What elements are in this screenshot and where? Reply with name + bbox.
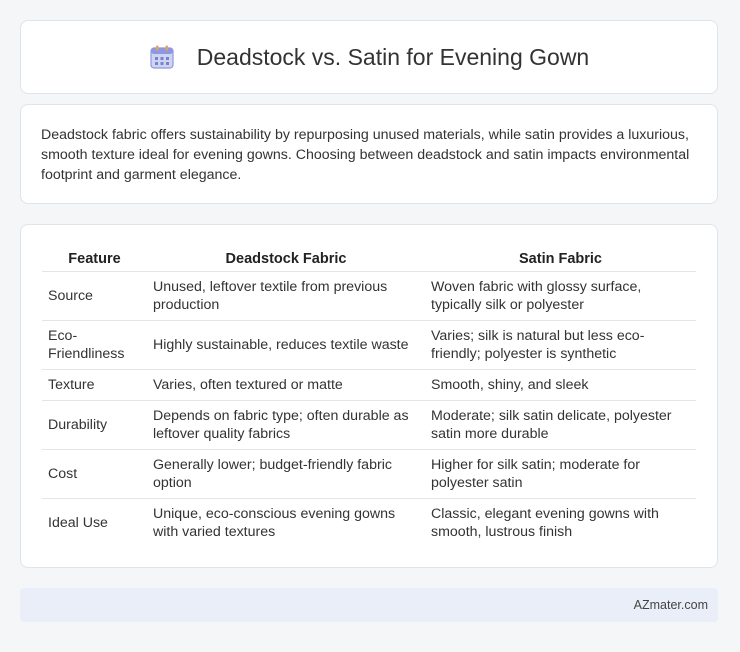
satin-cell: Smooth, shiny, and sleek (425, 369, 696, 401)
footer: AZmater.com (20, 588, 718, 622)
feature-cell: Texture (42, 369, 147, 401)
feature-cell: Durability (42, 400, 147, 450)
satin-cell: Higher for silk satin; moderate for poly… (425, 449, 696, 499)
table-header-row: Feature Deadstock Fabric Satin Fabric (42, 245, 696, 272)
comparison-table: Feature Deadstock Fabric Satin Fabric So… (42, 245, 696, 548)
satin-cell: Varies; silk is natural but less eco-fri… (425, 320, 696, 370)
table-row: Eco-Friendliness Highly sustainable, red… (42, 320, 696, 370)
page-title: Deadstock vs. Satin for Evening Gown (196, 43, 590, 70)
comparison-card: Feature Deadstock Fabric Satin Fabric So… (20, 224, 718, 568)
deadstock-cell: Varies, often textured or matte (147, 369, 425, 401)
table-row: Source Unused, leftover textile from pre… (42, 271, 696, 321)
feature-cell: Cost (42, 449, 147, 499)
feature-cell: Source (42, 271, 147, 321)
header-satin: Satin Fabric (519, 251, 602, 267)
intro-text: Deadstock fabric offers sustainability b… (41, 127, 690, 183)
feature-cell: Eco-Friendliness (42, 320, 147, 370)
header-deadstock: Deadstock Fabric (225, 251, 347, 267)
deadstock-cell: Unique, eco-conscious evening gowns with… (147, 498, 425, 548)
satin-cell: Moderate; silk satin delicate, polyester… (425, 400, 696, 450)
feature-cell: Ideal Use (42, 498, 147, 548)
calendar-icon (149, 44, 175, 70)
satin-cell: Woven fabric with glossy surface, typica… (425, 271, 696, 321)
table-row: Texture Varies, often textured or matte … (42, 369, 696, 401)
deadstock-cell: Unused, leftover textile from previous p… (147, 271, 425, 321)
deadstock-cell: Highly sustainable, reduces textile wast… (147, 320, 425, 370)
title-card: Deadstock vs. Satin for Evening Gown (20, 20, 718, 94)
deadstock-cell: Generally lower; budget-friendly fabric … (147, 449, 425, 499)
table-row: Durability Depends on fabric type; often… (42, 400, 696, 450)
table-row: Cost Generally lower; budget-friendly fa… (42, 449, 696, 499)
footer-brand: AZmater.com (633, 598, 708, 612)
deadstock-cell: Depends on fabric type; often durable as… (147, 400, 425, 450)
header-feature: Feature (68, 251, 121, 267)
satin-cell: Classic, elegant evening gowns with smoo… (425, 498, 696, 548)
table-row: Ideal Use Unique, eco-conscious evening … (42, 498, 696, 548)
intro-card: Deadstock fabric offers sustainability b… (20, 104, 718, 204)
